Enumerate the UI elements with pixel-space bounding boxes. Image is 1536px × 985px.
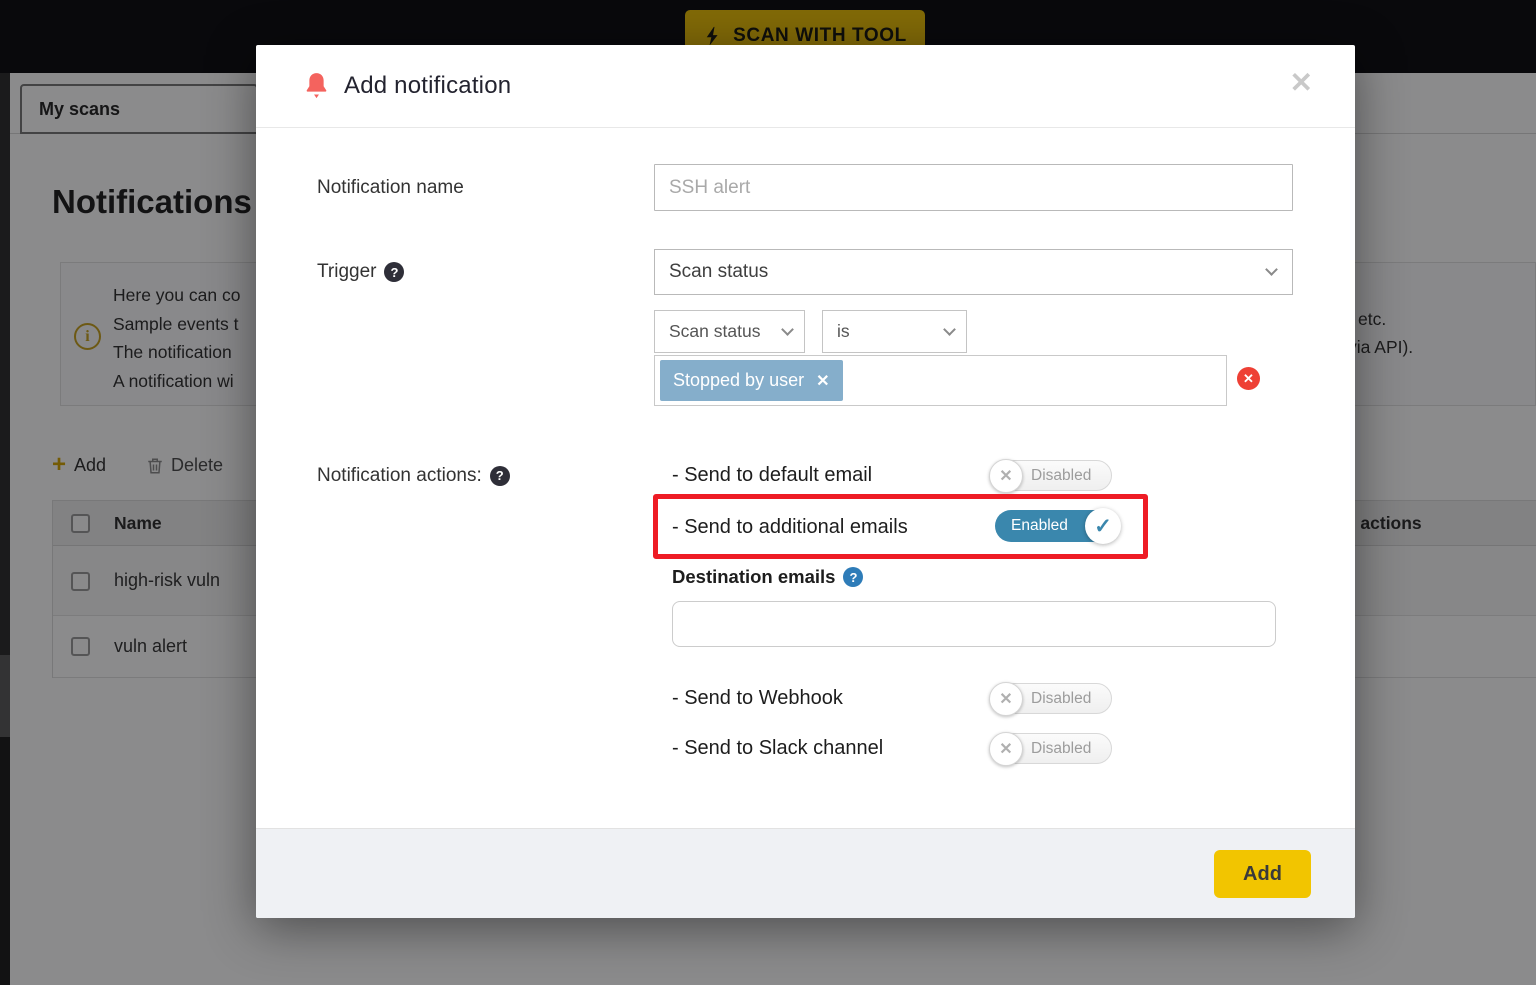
- notification-actions-label: Notification actions: ?: [317, 460, 510, 491]
- trigger-help-icon[interactable]: ?: [384, 262, 404, 282]
- modal-footer: Add: [256, 828, 1355, 918]
- modal-title: Add notification: [344, 72, 511, 100]
- destination-emails-label-text: Destination emails: [672, 566, 835, 588]
- remove-chip-icon[interactable]: ✕: [816, 371, 829, 391]
- toggle-state-label: Disabled: [1031, 734, 1091, 763]
- condition-operator-value: is: [837, 321, 850, 342]
- send-additional-emails-label: - Send to additional emails: [672, 511, 908, 543]
- trigger-label: Trigger ?: [317, 249, 404, 295]
- notification-actions-label-text: Notification actions:: [317, 465, 482, 487]
- modal-add-button[interactable]: Add: [1214, 850, 1311, 898]
- notification-name-label-text: Notification name: [317, 177, 464, 199]
- toggle-x-icon: ✕: [989, 682, 1023, 716]
- value-chip: Stopped by user ✕: [660, 360, 843, 401]
- notification-name-label: Notification name: [317, 164, 464, 211]
- value-chip-label: Stopped by user: [673, 370, 804, 391]
- condition-values-input[interactable]: Stopped by user ✕: [654, 355, 1227, 406]
- condition-field-value: Scan status: [669, 321, 760, 342]
- trigger-label-text: Trigger: [317, 261, 376, 283]
- chevron-down-icon: [1265, 263, 1278, 276]
- destination-emails-input[interactable]: [672, 601, 1276, 647]
- chevron-down-icon: [781, 323, 794, 336]
- condition-field-select[interactable]: Scan status: [654, 310, 805, 353]
- toggle-check-icon: ✓: [1085, 508, 1121, 544]
- toggle-x-icon: ✕: [989, 732, 1023, 766]
- send-slack-label: - Send to Slack channel: [672, 733, 883, 764]
- send-default-email-label: - Send to default email: [672, 460, 872, 491]
- toggle-state-label: Disabled: [1031, 461, 1091, 490]
- add-notification-modal: Add notification ✕ Notification name Tri…: [256, 45, 1355, 918]
- condition-operator-select[interactable]: is: [822, 310, 967, 353]
- send-webhook-toggle[interactable]: ✕ Disabled: [990, 683, 1112, 714]
- remove-condition-icon[interactable]: ✕: [1237, 367, 1260, 390]
- trigger-select[interactable]: Scan status: [654, 249, 1293, 295]
- send-additional-emails-toggle[interactable]: Enabled ✓: [995, 510, 1119, 542]
- bell-icon: [303, 72, 330, 101]
- destination-emails-label: Destination emails ?: [672, 566, 863, 588]
- notification-name-input[interactable]: [654, 164, 1293, 211]
- destination-emails-help-icon[interactable]: ?: [843, 567, 863, 587]
- send-webhook-label: - Send to Webhook: [672, 683, 843, 714]
- send-slack-toggle[interactable]: ✕ Disabled: [990, 733, 1112, 764]
- chevron-down-icon: [943, 323, 956, 336]
- toggle-x-icon: ✕: [989, 459, 1023, 493]
- toggle-state-label: Disabled: [1031, 684, 1091, 713]
- close-icon[interactable]: ✕: [1290, 69, 1313, 97]
- screen: SCAN WITH TOOL My scans Notifications i …: [0, 0, 1536, 985]
- toggle-state-label: Enabled: [1011, 510, 1068, 542]
- trigger-select-value: Scan status: [669, 261, 768, 283]
- modal-header: Add notification ✕: [256, 45, 1355, 128]
- notification-actions-help-icon[interactable]: ?: [490, 466, 510, 486]
- send-default-email-toggle[interactable]: ✕ Disabled: [990, 460, 1112, 491]
